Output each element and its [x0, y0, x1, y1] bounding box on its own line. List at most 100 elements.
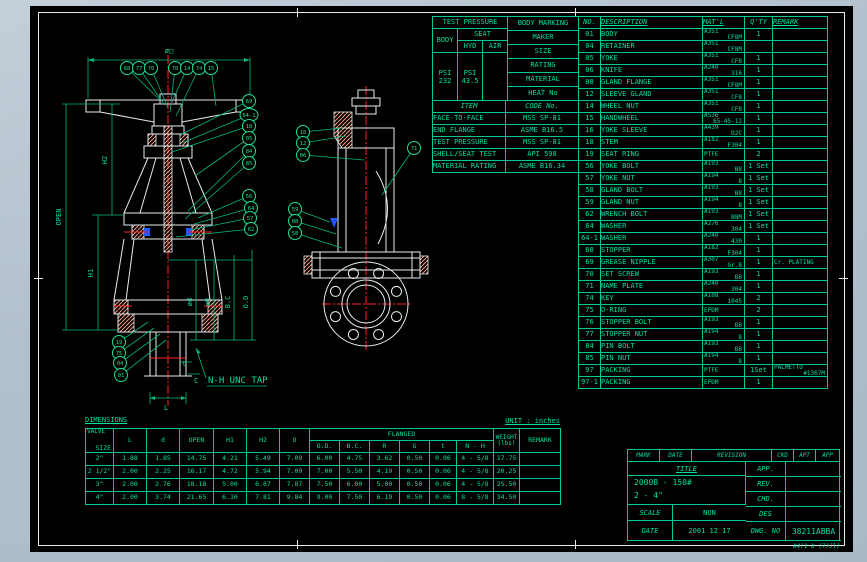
table-cell — [772, 160, 828, 173]
code-table: ITEM CODE No. FACE-TO-FACE MSS SP-81 END F… — [432, 100, 579, 173]
parts-header-qty: Q'TY — [744, 16, 773, 29]
table-cell: 3.74 — [146, 491, 180, 505]
table-cell: 1.88 — [113, 452, 147, 466]
table-cell: 6.00 — [339, 478, 370, 492]
table-row: 18 STEM A182 F304 1 — [578, 136, 828, 149]
table-cell: 15 — [578, 112, 601, 125]
col-nh: N - H — [456, 440, 494, 453]
tb-dwg-value: 38211ABBA — [786, 522, 841, 541]
table-row: TEST PRESSURE MSS SP-81 — [432, 136, 579, 149]
table-cell: O-RING — [600, 304, 703, 317]
tb-chd-label: CHD. — [746, 492, 786, 507]
table-cell — [772, 172, 828, 185]
table-row: 62 WRENCH BOLT A193 B8M 1 Set — [578, 208, 828, 221]
table-row: 58 GLAND BOLT A193 B8 1 Set — [578, 184, 828, 197]
table-cell: 7.00 — [309, 465, 340, 479]
table-cell: YOKE SLEEVE — [600, 124, 703, 137]
table-cell: KEY — [600, 292, 703, 305]
table-cell — [772, 64, 828, 77]
tb-date-value: 2001 12 17 — [673, 521, 746, 541]
test-pressure-title: TEST PRESSURE — [431, 16, 509, 29]
table-cell: PACKING — [600, 364, 703, 377]
table-cell: 1 — [744, 112, 773, 125]
table-cell: 2" — [85, 452, 114, 466]
table-cell: SHELL/SEAT TEST — [432, 148, 506, 161]
dim-c: C — [194, 377, 198, 385]
table-cell: EPDM — [702, 376, 745, 389]
col-o: O — [279, 428, 310, 453]
tb-header-app: APP — [816, 450, 839, 462]
table-cell: 56 — [578, 160, 601, 173]
table-cell: A351 CF8 — [702, 88, 745, 101]
svg-text:69: 69 — [246, 99, 253, 105]
table-cell: 5.50 — [339, 465, 370, 479]
marking-item: MAKER — [507, 30, 579, 45]
table-row: MATERIAL RATING ASME B16.34 — [432, 160, 579, 173]
dim-small-d: ød — [186, 298, 194, 306]
table-row: 2 1/2" 2.00 2.25 16.17 4.72 5.94 7.09 7.00 5.50 4… — [85, 465, 561, 479]
table-cell: A193 B8 — [702, 340, 745, 353]
table-cell: 16 — [578, 124, 601, 137]
svg-text:84: 84 — [246, 149, 253, 155]
tb-rev-label: REV. — [746, 477, 786, 492]
svg-text:62: 62 — [248, 227, 255, 233]
table-row: 05 YOKE A351 CF8 1 — [578, 52, 828, 65]
table-cell: 2.00 — [113, 465, 147, 479]
table-cell: A240 316 — [702, 64, 745, 77]
table-cell: 0.50 — [399, 465, 430, 479]
marking-item: HEAT No — [507, 86, 579, 101]
table-cell: 1 — [744, 64, 773, 77]
svg-text:19: 19 — [116, 340, 123, 346]
balloon-58: 58 — [288, 226, 343, 249]
code-header: CODE No. — [505, 100, 579, 113]
table-cell: YOKE — [600, 52, 703, 65]
col-r: R — [369, 440, 400, 453]
table-cell — [772, 100, 828, 113]
table-cell: 1 — [744, 136, 773, 149]
svg-text:57: 57 — [247, 216, 254, 222]
valve-size-header: VALVE SIZE — [85, 428, 114, 453]
table-cell: 04 — [578, 40, 601, 53]
unit-caption: UNIT : inches — [505, 417, 560, 425]
table-cell — [772, 148, 828, 161]
table-cell: A194 8 — [702, 172, 745, 185]
table-row: 68 STOPPER A182 F304 1 — [578, 244, 828, 257]
table-cell: SEAT RING — [600, 148, 703, 161]
table-cell — [772, 196, 828, 209]
dimensions-caption: DIMENSIONS — [85, 416, 128, 424]
table-cell — [519, 478, 561, 492]
dim-open: OPEN — [55, 209, 63, 226]
table-cell: 6.10 — [213, 491, 247, 505]
table-cell: 70 — [578, 268, 601, 281]
table-cell: A194 8 — [702, 352, 745, 365]
table-cell: STEM — [600, 136, 703, 149]
table-cell: 5.00 — [369, 478, 400, 492]
table-cell: 9.84 — [279, 491, 310, 505]
drawing-canvas[interactable]: ø□ OPEN H2 H1 ød øR B.C O.D t C L N-H UN… — [30, 6, 853, 552]
dimensions-table: VALVE SIZE L d OPEN H1 H2 O FLANGED WEIG… — [85, 428, 561, 505]
table-cell: 21.65 — [179, 491, 214, 505]
table-cell: SLEEVE GLAND — [600, 88, 703, 101]
table-cell: STOPPER BOLT — [600, 316, 703, 329]
table-cell: 97-1 — [578, 376, 601, 389]
svg-text:58: 58 — [292, 231, 299, 237]
table-cell: 1.85 — [146, 452, 180, 466]
balloon-76: 76 — [144, 61, 169, 109]
table-row: 84 PIN BOLT A193 B8 1 — [578, 340, 828, 353]
balloon-callouts: 68 77 76 70 14 74 156964-118058485566457621975… — [112, 61, 421, 382]
tb-scale-value: NON — [673, 505, 746, 521]
svg-text:12: 12 — [300, 141, 307, 147]
svg-text:56: 56 — [246, 194, 253, 200]
col-d: d — [146, 428, 180, 453]
table-row: 19 SEAT RING PTFE 2 — [578, 148, 828, 161]
flanged-group-header: FLANGED — [309, 428, 494, 441]
table-cell: 57 — [578, 172, 601, 185]
table-cell: GLAND BOLT — [600, 184, 703, 197]
table-cell: A439 D2C — [702, 124, 745, 137]
table-cell: PALMETTO #1367M — [772, 364, 828, 377]
marking-item: RATING — [507, 58, 579, 73]
table-cell: A182 F304 — [702, 244, 745, 257]
table-cell: 64-1 — [578, 232, 601, 245]
table-cell: 7.87 — [279, 478, 310, 492]
table-cell: 1 — [744, 268, 773, 281]
